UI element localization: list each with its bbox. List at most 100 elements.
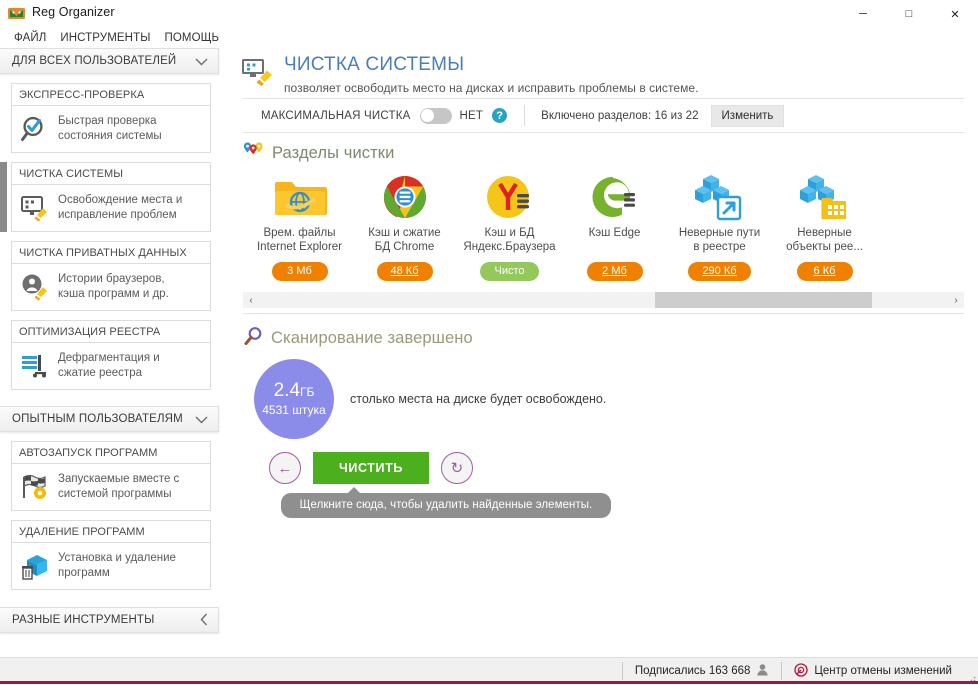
page-title: ЧИСТКА СИСТЕМЫ xyxy=(284,54,464,76)
sidebar-group-advanced-users[interactable]: ОПЫТНЫМ ПОЛЬЗОВАТЕЛЯМ xyxy=(0,406,219,432)
sidebar-item-registry-optimization-label: Дефрагментация и сжатие реестра xyxy=(58,351,160,381)
tile-label-line-1: Врем. файлы xyxy=(263,227,335,239)
tiles-horizontal-scrollbar[interactable]: ‹ › xyxy=(243,292,964,308)
sidebar-item-express-check-label: Быстрая проверка состояния системы xyxy=(58,114,162,144)
tile-ie-temp-files[interactable]: Врем. файлы Internet Explorer 3 Мб xyxy=(247,172,352,281)
magnifier-icon xyxy=(243,326,263,351)
sidebar-item-uninstall-programs-label: Установка и удаление программ xyxy=(58,551,176,581)
scan-result-title: Сканирование завершено xyxy=(271,329,473,348)
sidebar-item-startup-programs[interactable]: АВТОЗАПУСК ПРОГРАММ Запускаемые вместе с… xyxy=(11,441,211,511)
scroll-left-button[interactable]: ‹ xyxy=(243,292,259,308)
tile-yandex-browser-cache[interactable]: Кэш и БД Яндекс.Браузера Чисто xyxy=(457,172,562,281)
sidebar-item-system-cleanup-title: ЧИСТКА СИСТЕМЫ xyxy=(11,162,211,184)
tile-size-badge[interactable]: Чисто xyxy=(480,262,538,281)
label-line-1: Запускаемые вместе с xyxy=(58,473,179,485)
menu-help[interactable]: ПОМОЩЬ xyxy=(157,32,226,44)
tile-size-value: 48 Кб xyxy=(391,265,419,277)
freed-space-number: 2.4 xyxy=(274,380,300,401)
sidebar-item-startup-programs-title: АВТОЗАПУСК ПРОГРАММ xyxy=(11,441,211,463)
magnifier-check-icon xyxy=(20,114,50,144)
close-button[interactable]: ✕ xyxy=(932,0,978,28)
tile-label: Кэш и сжатие БД Chrome xyxy=(352,226,457,254)
tooltip-arrow xyxy=(347,487,361,494)
menu-tools[interactable]: ИНСТРУМЕНТЫ xyxy=(53,32,157,44)
status-bar: Подписались 163 668 Центр отмены изменен… xyxy=(0,657,978,684)
clean-tooltip: Щелкните сюда, чтобы удалить найденные э… xyxy=(281,493,611,518)
tile-label: Кэш и БД Яндекс.Браузера xyxy=(457,226,562,254)
scrollbar-track[interactable] xyxy=(259,292,948,308)
sidebar: ДЛЯ ВСЕХ ПОЛЬЗОВАТЕЛЕЙ ЭКСПРЕСС-ПРОВЕРКА… xyxy=(0,48,221,568)
tile-label-line-1: Кэш Edge xyxy=(589,227,641,239)
sidebar-group-all-users-label: ДЛЯ ВСЕХ ПОЛЬЗОВАТЕЛЕЙ xyxy=(12,55,176,67)
app-logo-icon xyxy=(8,5,25,22)
tile-label-line-2: объекты рее... xyxy=(786,241,863,253)
sidebar-item-private-data-cleanup[interactable]: ЧИСТКА ПРИВАТНЫХ ДАННЫХ Истории браузеро… xyxy=(11,241,211,311)
arrow-left-circle-icon[interactable]: ← xyxy=(269,452,301,484)
cleanup-sections-title: Разделы чистки xyxy=(272,144,394,163)
clean-tooltip-text: Щелкните сюда, чтобы удалить найденные э… xyxy=(281,493,611,518)
sidebar-item-private-data-cleanup-label: Истории браузеров, кэша программ и др. xyxy=(58,272,169,302)
label-line-2: состояния системы xyxy=(58,130,162,142)
change-sections-button[interactable]: Изменить xyxy=(711,105,785,127)
maximize-button[interactable]: □ xyxy=(886,0,932,28)
registry-paths-icon xyxy=(667,172,772,222)
chrome-icon xyxy=(352,172,457,222)
subscribers-label: Подписались 163 668 xyxy=(635,665,751,677)
sidebar-item-registry-optimization[interactable]: ОПТИМИЗАЦИЯ РЕЕСТРА Дефрагментация и сжа… xyxy=(11,320,211,390)
max-cleanup-toggle-state: НЕТ xyxy=(460,110,484,122)
tile-label-line-2: в реестре xyxy=(693,241,745,253)
label-line-2: кэша программ и др. xyxy=(58,288,169,300)
cleanup-sections-header: Разделы чистки xyxy=(229,133,978,166)
tile-invalid-registry-objects[interactable]: Неверные объекты рее... 6 Кб xyxy=(772,172,877,281)
clean-button[interactable]: ЧИСТИТЬ xyxy=(313,452,429,484)
sidebar-group-misc-tools[interactable]: РАЗНЫЕ ИНСТРУМЕНТЫ xyxy=(0,607,219,633)
menu-file[interactable]: ФАЙЛ xyxy=(7,32,53,44)
tile-size-value: 3 Мб xyxy=(287,265,312,277)
tile-invalid-registry-paths[interactable]: Неверные пути в реестре 290 Кб xyxy=(667,172,772,281)
sidebar-group-all-users[interactable]: ДЛЯ ВСЕХ ПОЛЬЗОВАТЕЛЕЙ xyxy=(0,48,219,74)
sidebar-item-private-data-cleanup-title: ЧИСТКА ПРИВАТНЫХ ДАННЫХ xyxy=(11,241,211,263)
freed-items-count: 4531 штука xyxy=(262,403,325,417)
tile-edge-cache[interactable]: Кэш Edge 2 Мб xyxy=(562,172,667,281)
enabled-sections-text: Включено разделов: 16 из 22 xyxy=(541,110,698,122)
tile-label-line-2: БД Chrome xyxy=(375,241,434,253)
tile-chrome-cache[interactable]: Кэш и сжатие БД Chrome 48 Кб xyxy=(352,172,457,281)
max-cleanup-label: МАКСИМАЛЬНАЯ ЧИСТКА xyxy=(261,110,411,122)
sidebar-item-express-check[interactable]: ЭКСПРЕСС-ПРОВЕРКА Быстрая проверка состо… xyxy=(11,83,211,153)
label-line-2: системой программы xyxy=(58,488,171,500)
label-line-1: Быстрая проверка xyxy=(58,115,157,127)
question-mark-icon[interactable]: ? xyxy=(492,108,507,123)
tile-size-badge[interactable]: 48 Кб xyxy=(377,262,433,281)
tile-label-line-1: Кэш и БД xyxy=(485,227,535,239)
privacy-broom-icon xyxy=(20,272,50,302)
label-line-2: исправление проблем xyxy=(58,209,177,221)
sidebar-item-uninstall-programs[interactable]: УДАЛЕНИЕ ПРОГРАММ Установка и удаление п… xyxy=(11,520,211,590)
sidebar-item-express-check-title: ЭКСПРЕСС-ПРОВЕРКА xyxy=(11,83,211,105)
tile-size-badge[interactable]: 6 Кб xyxy=(797,262,853,281)
scrollbar-thumb[interactable] xyxy=(655,292,872,308)
menu-bar: ФАЙЛ ИНСТРУМЕНТЫ ПОМОЩЬ xyxy=(0,28,978,48)
chevron-left-icon xyxy=(200,613,208,628)
tile-size-badge[interactable]: 2 Мб xyxy=(587,262,643,281)
max-cleanup-toggle[interactable] xyxy=(420,108,452,124)
yandex-browser-icon xyxy=(457,172,562,222)
freed-space-bubble: 2.4ГБ 4531 штука xyxy=(254,359,334,439)
title-bar: Reg Organizer ─ □ ✕ xyxy=(0,0,978,28)
minimize-button[interactable]: ─ xyxy=(840,0,886,28)
tile-label: Кэш Edge xyxy=(562,226,667,240)
sidebar-item-system-cleanup-label: Освобождение места и исправление проблем xyxy=(58,193,182,223)
tile-label-line-1: Кэш и сжатие xyxy=(368,227,440,239)
tile-size-value: 2 Мб xyxy=(602,265,627,277)
tile-size-badge[interactable]: 3 Мб xyxy=(272,262,328,281)
tile-size-value: 290 Кб xyxy=(702,265,736,277)
window-title: Reg Organizer xyxy=(32,5,115,19)
sidebar-item-system-cleanup[interactable]: ЧИСТКА СИСТЕМЫ Освобождение места и испр… xyxy=(11,162,211,232)
chevron-down-icon xyxy=(195,413,208,426)
scan-result-header: Сканирование завершено xyxy=(229,314,978,351)
freed-space-value: 2.4ГБ xyxy=(274,381,315,402)
scroll-right-button[interactable]: › xyxy=(948,292,964,308)
refresh-circle-icon[interactable]: ↻ xyxy=(441,452,473,484)
sidebar-group-advanced-users-label: ОПЫТНЫМ ПОЛЬЗОВАТЕЛЯМ xyxy=(12,413,183,425)
tile-size-badge[interactable]: 290 Кб xyxy=(688,262,750,281)
sidebar-item-startup-programs-label: Запускаемые вместе с системой программы xyxy=(58,472,179,502)
